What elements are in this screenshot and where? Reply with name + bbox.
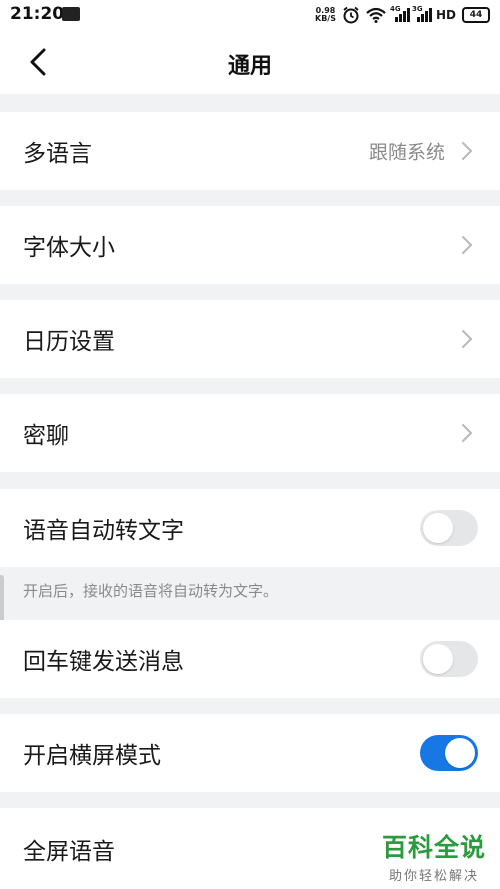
network-type-1: 4G bbox=[389, 5, 401, 13]
language-label: 多语言 bbox=[23, 141, 92, 167]
voice-to-text-toggle[interactable] bbox=[420, 510, 478, 546]
watermark: 百科全说 助你轻松解决 bbox=[382, 828, 486, 884]
signal-icon-1: 4G bbox=[389, 5, 410, 22]
toggle-knob bbox=[445, 738, 475, 768]
battery-icon: 44 bbox=[462, 7, 490, 23]
enter-send-label: 回车键发送消息 bbox=[23, 649, 184, 675]
voice-to-text-label: 语音自动转文字 bbox=[23, 518, 184, 544]
voice-to-text-row: 语音自动转文字 bbox=[0, 489, 500, 567]
nav-bar: 通用 bbox=[0, 30, 500, 94]
secret-chat-row[interactable]: 密聊 bbox=[0, 394, 500, 472]
calendar-settings-row[interactable]: 日历设置 bbox=[0, 300, 500, 378]
voice-to-text-hint: 开启后，接收的语音将自动转为文字。 bbox=[23, 582, 279, 600]
alarm-icon bbox=[343, 6, 359, 24]
hd-indicator: HD bbox=[435, 8, 456, 22]
fullscreen-voice-label: 全屏语音 bbox=[23, 838, 115, 865]
font-size-label: 字体大小 bbox=[23, 235, 115, 261]
net-speed-unit: KB/S bbox=[315, 14, 336, 23]
toggle-knob bbox=[423, 644, 453, 674]
notification-icon bbox=[62, 7, 80, 21]
landscape-mode-toggle[interactable] bbox=[420, 735, 478, 771]
status-time: 21:20 bbox=[10, 4, 65, 24]
signal-icon-2: 3G bbox=[411, 5, 432, 22]
watermark-subtitle: 助你轻松解决 bbox=[388, 869, 479, 884]
landscape-mode-label: 开启横屏模式 bbox=[23, 743, 161, 769]
enter-send-toggle[interactable] bbox=[420, 641, 478, 677]
status-bar: 21:20 0.98 KB/S 4G 3G HD 44 bbox=[0, 0, 500, 30]
network-type-2: 3G bbox=[411, 5, 423, 13]
status-icons: 0.98 KB/S 4G 3G HD 44 bbox=[315, 4, 490, 26]
chevron-right-icon bbox=[462, 236, 473, 254]
toggle-knob bbox=[423, 513, 453, 543]
chevron-right-icon bbox=[462, 424, 473, 442]
font-size-row[interactable]: 字体大小 bbox=[0, 206, 500, 284]
page-title: 通用 bbox=[227, 54, 272, 79]
wifi-icon bbox=[366, 7, 386, 23]
language-row[interactable]: 多语言 跟随系统 bbox=[0, 112, 500, 190]
landscape-mode-row: 开启横屏模式 bbox=[0, 714, 500, 792]
enter-send-row: 回车键发送消息 bbox=[0, 620, 500, 698]
net-speed: 0.98 KB/S bbox=[315, 7, 336, 23]
language-value: 跟随系统 bbox=[368, 141, 445, 164]
secret-chat-label: 密聊 bbox=[23, 423, 69, 449]
calendar-settings-label: 日历设置 bbox=[23, 329, 115, 355]
chevron-right-icon bbox=[462, 330, 473, 348]
watermark-title: 百科全说 bbox=[381, 833, 486, 862]
chevron-right-icon bbox=[462, 142, 473, 160]
